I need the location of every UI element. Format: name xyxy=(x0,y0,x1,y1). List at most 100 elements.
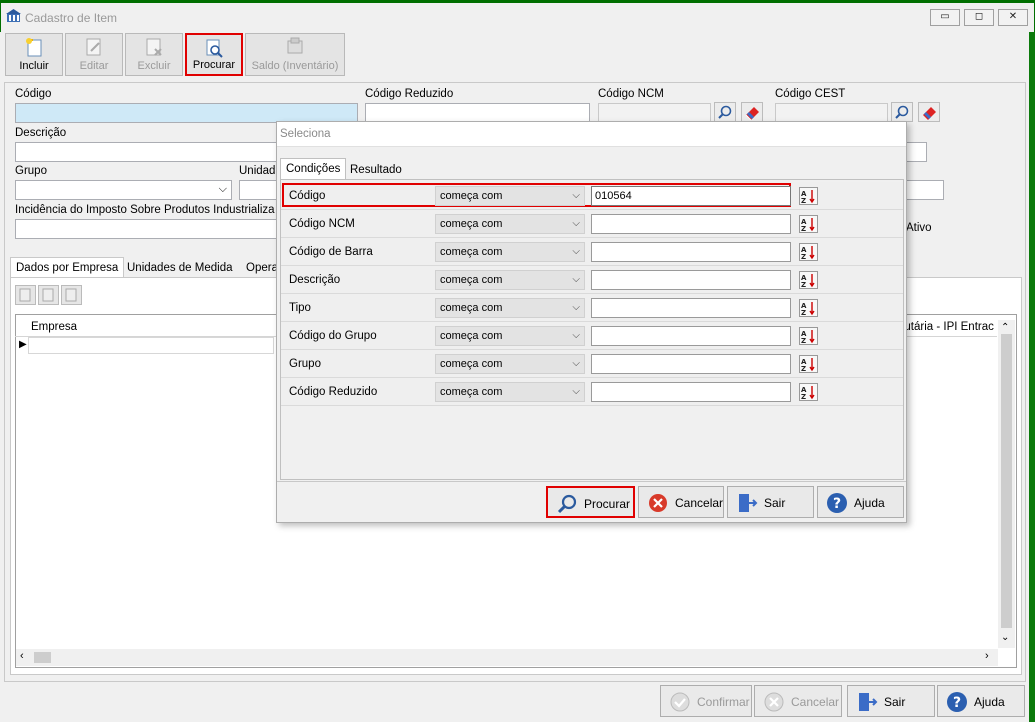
hscroll-thumb[interactable] xyxy=(34,652,51,663)
dialog-cancelar-button[interactable]: Cancelar xyxy=(638,486,724,518)
operator-select[interactable]: começa com ⌵ xyxy=(435,298,585,318)
operator-select[interactable]: começa com ⌵ xyxy=(435,242,585,262)
sort-button[interactable]: AZ xyxy=(799,215,818,233)
codigo-cest-input[interactable] xyxy=(775,103,888,123)
grupo-label: Grupo xyxy=(15,165,47,177)
sort-az-icon: AZ xyxy=(801,190,815,205)
dialog-sair-button[interactable]: Sair xyxy=(727,486,814,518)
scroll-left-icon: ‹ xyxy=(20,650,24,662)
sair-footer-button[interactable]: Sair xyxy=(847,685,935,717)
ncm-search-button[interactable] xyxy=(714,102,736,122)
edit-document-icon xyxy=(86,38,101,56)
scroll-thumb[interactable] xyxy=(1001,334,1012,628)
col-empresa: Empresa xyxy=(31,321,78,333)
dialog-ajuda-button[interactable]: ? Ajuda xyxy=(817,486,904,518)
operator-value: começa com xyxy=(440,302,503,314)
window-edge xyxy=(1029,32,1035,722)
cest-clear-button[interactable] xyxy=(918,102,940,122)
minimize-button[interactable]: ▭ xyxy=(930,9,960,26)
scroll-up-icon: ⌃ xyxy=(1001,322,1010,333)
operator-value: começa com xyxy=(440,218,503,230)
condition-value-input[interactable] xyxy=(591,270,791,290)
saldo-inventario-button[interactable]: Saldo (Inventário) xyxy=(245,33,345,76)
tab-condicoes[interactable]: Condições xyxy=(280,158,347,179)
new-document-icon xyxy=(26,38,42,57)
operator-select[interactable]: começa com ⌵ xyxy=(435,214,585,234)
condition-value-input[interactable] xyxy=(591,326,791,346)
operator-value: começa com xyxy=(440,386,503,398)
sort-az-icon: AZ xyxy=(801,386,815,401)
dialog-ajuda-label: Ajuda xyxy=(854,496,885,510)
editar-button[interactable]: Editar xyxy=(65,33,123,76)
svg-text:?: ? xyxy=(833,496,841,512)
ajuda-footer-button[interactable]: ? Ajuda xyxy=(937,685,1025,717)
codigo-cest-label: Código CEST xyxy=(775,88,846,100)
sort-button[interactable]: AZ xyxy=(799,243,818,261)
condition-value-input[interactable] xyxy=(591,354,791,374)
chevron-down-icon: ⌵ xyxy=(572,190,580,201)
sort-button[interactable]: AZ xyxy=(799,271,818,289)
cancelar-footer-button[interactable]: Cancelar xyxy=(754,685,842,717)
confirmar-button[interactable]: Confirmar xyxy=(660,685,752,717)
condition-row-codigo: Código começa com ⌵ 010564 AZ xyxy=(281,182,903,210)
add-icon xyxy=(19,288,31,302)
operator-select[interactable]: começa com ⌵ xyxy=(435,354,585,374)
svg-text:Z: Z xyxy=(801,365,806,372)
sort-button[interactable]: AZ xyxy=(799,327,818,345)
condition-row-descricao: Descrição começa com ⌵ AZ xyxy=(281,266,903,294)
ncm-clear-button[interactable] xyxy=(741,102,763,122)
condition-row-codigo-do-grupo: Código do Grupo começa com ⌵ AZ xyxy=(281,322,903,350)
procurar-button[interactable]: Procurar xyxy=(185,33,243,76)
grid-add-button[interactable] xyxy=(15,285,36,305)
condition-value-input[interactable] xyxy=(591,214,791,234)
procurar-label: Procurar xyxy=(192,59,236,71)
edit-icon xyxy=(42,288,54,302)
scroll-right-icon: › xyxy=(985,650,989,662)
svg-text:?: ? xyxy=(953,695,961,711)
condition-value-input[interactable] xyxy=(591,382,791,402)
dialog-procurar-label: Procurar xyxy=(584,497,631,511)
grupo-select[interactable]: ⌵ xyxy=(15,180,232,200)
tab-dados-por-empresa[interactable]: Dados por Empresa xyxy=(10,257,125,277)
condition-field: Código xyxy=(289,190,326,202)
codigo-label: Código xyxy=(15,88,52,100)
ativo-label: Ativo xyxy=(906,222,932,234)
close-button[interactable]: ✕ xyxy=(998,9,1028,26)
operator-select[interactable]: começa com ⌵ xyxy=(435,382,585,402)
codigo-reduzido-input[interactable] xyxy=(365,103,590,123)
dialog-procurar-button[interactable]: Procurar xyxy=(546,486,635,518)
operator-select[interactable]: começa com ⌵ xyxy=(435,270,585,290)
incluir-button[interactable]: Incluir xyxy=(5,33,63,76)
sort-button[interactable]: AZ xyxy=(799,187,818,205)
grid-edit-button[interactable] xyxy=(38,285,59,305)
codigo-reduzido-label: Código Reduzido xyxy=(365,88,454,100)
sort-button[interactable]: AZ xyxy=(799,383,818,401)
horizontal-scrollbar[interactable]: ‹ › xyxy=(16,649,998,666)
condition-value-input[interactable]: 010564 xyxy=(591,186,791,206)
codigo-ncm-input[interactable] xyxy=(598,103,711,123)
tab-unidades-de-medida[interactable]: Unidades de Medida xyxy=(122,258,238,278)
vertical-scrollbar[interactable]: ⌃ ⌄ xyxy=(998,320,1015,648)
condition-value-input[interactable] xyxy=(591,298,791,318)
condition-field: Código NCM xyxy=(289,218,355,230)
row-indicator-icon: ▶ xyxy=(19,339,27,350)
cancelar-footer-label: Cancelar xyxy=(791,695,840,709)
grid-delete-button[interactable] xyxy=(61,285,82,305)
window-title: Cadastro de Item xyxy=(25,11,118,25)
grid-row-cell[interactable] xyxy=(28,337,274,354)
codigo-input[interactable] xyxy=(15,103,358,123)
tab-resultado[interactable]: Resultado xyxy=(345,160,407,180)
dialog-divider xyxy=(277,481,906,482)
ipi-input[interactable] xyxy=(15,219,285,239)
operator-select[interactable]: começa com ⌵ xyxy=(435,186,585,206)
operator-select[interactable]: começa com ⌵ xyxy=(435,326,585,346)
condition-row-grupo: Grupo começa com ⌵ AZ xyxy=(281,350,903,378)
sort-button[interactable]: AZ xyxy=(799,299,818,317)
chevron-down-icon: ⌵ xyxy=(572,246,580,257)
condition-value-input[interactable] xyxy=(591,242,791,262)
maximize-button[interactable]: ◻ xyxy=(964,9,994,26)
cest-search-button[interactable] xyxy=(891,102,913,122)
sort-button[interactable]: AZ xyxy=(799,355,818,373)
svg-text:Z: Z xyxy=(801,393,806,400)
excluir-button[interactable]: Excluir xyxy=(125,33,183,76)
